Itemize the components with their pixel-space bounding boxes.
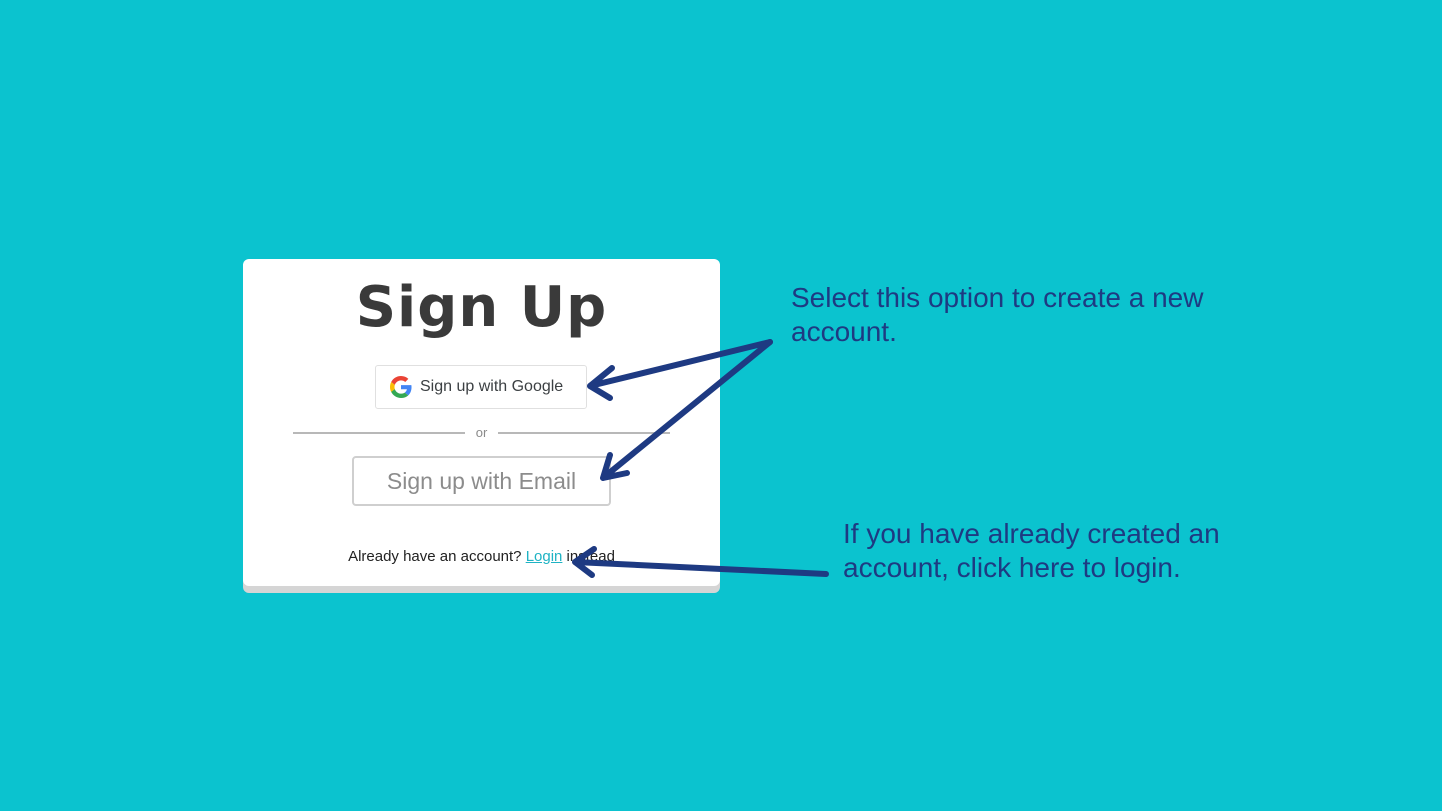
annotation-login: If you have already created an account, …	[843, 518, 1220, 583]
page-title: Sign Up	[355, 275, 608, 340]
divider-line-right	[498, 432, 670, 434]
google-signup-button[interactable]: Sign up with Google	[375, 365, 587, 409]
login-prompt-text: Already have an account?	[348, 548, 526, 565]
annotation-signup-options: Select this option to create a new accou…	[791, 282, 1204, 347]
or-divider: or	[293, 423, 670, 443]
annotation-arrows	[572, 339, 829, 578]
email-signup-button[interactable]: Sign up with Email	[352, 456, 611, 506]
email-signup-label: Sign up with Email	[386, 467, 577, 494]
login-link[interactable]: Login	[526, 548, 563, 565]
google-signup-label: Sign up with Google	[420, 378, 564, 395]
login-suffix-text: instead	[562, 548, 615, 565]
google-g-icon	[390, 376, 412, 398]
signup-card: Sign Up Sign up with Google or Sign up w…	[243, 259, 720, 586]
login-prompt-row: Already have an account? Login instead	[243, 548, 720, 565]
